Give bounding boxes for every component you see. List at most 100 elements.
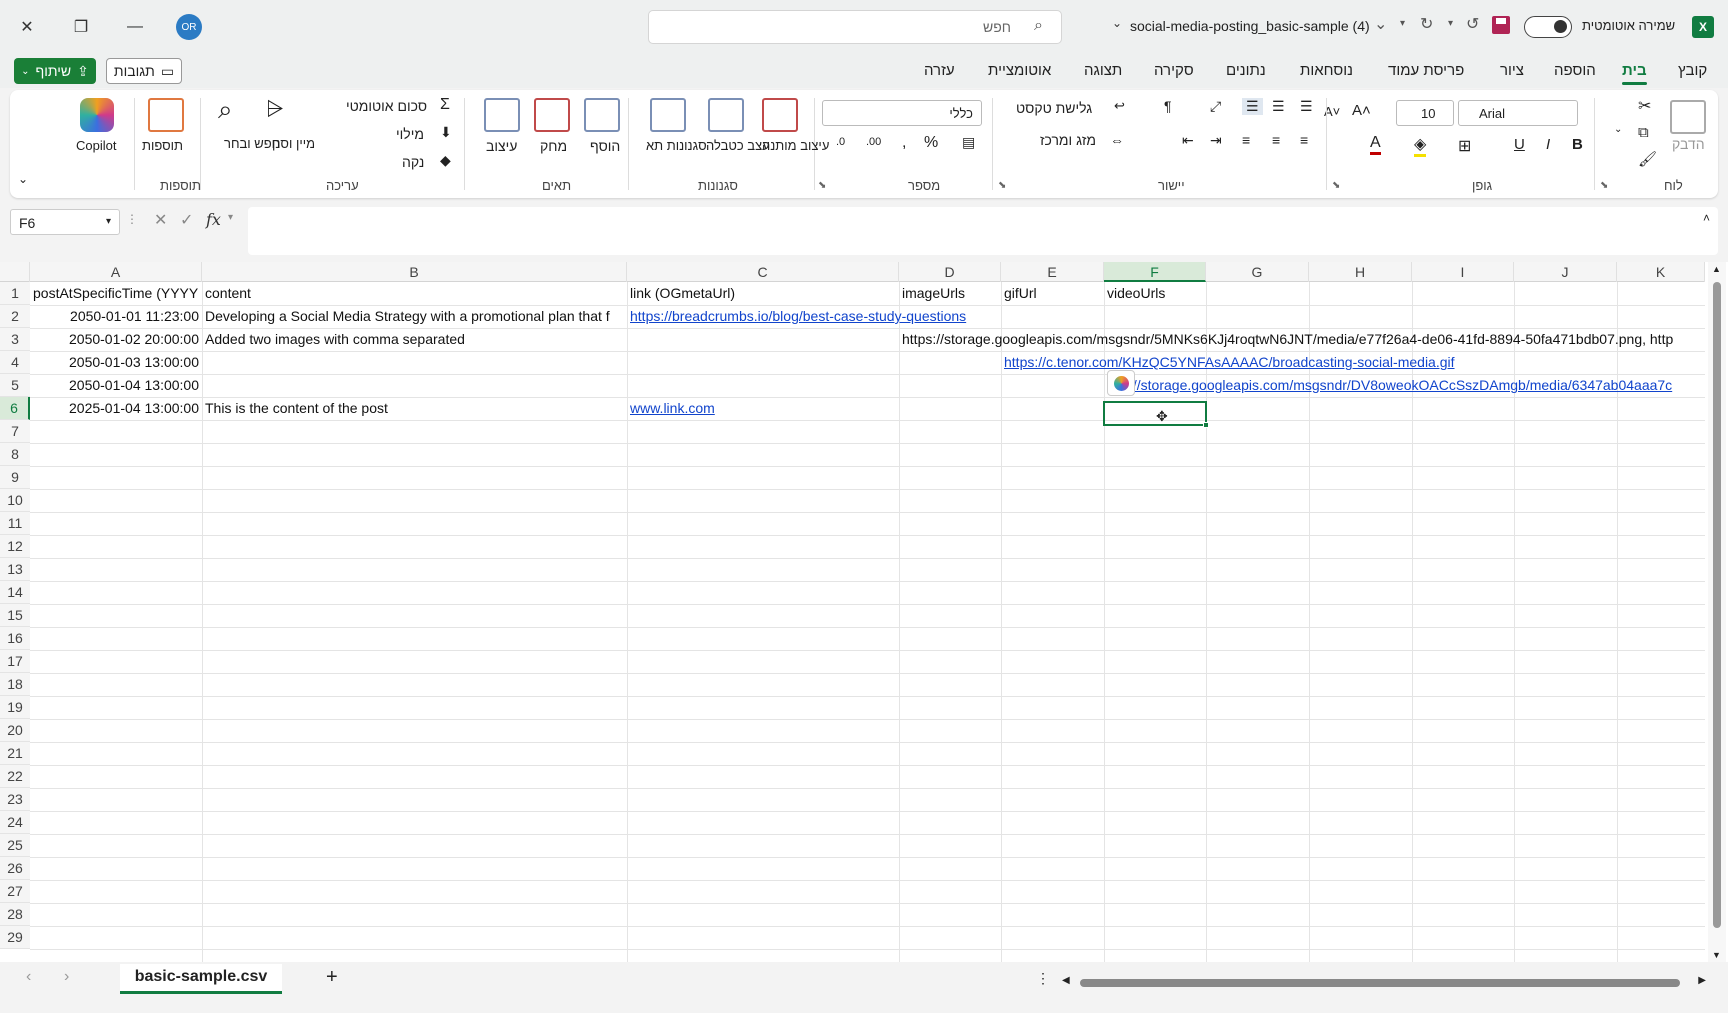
scroll-thumb[interactable] [1713, 282, 1721, 928]
row-header[interactable]: 24 [0, 811, 30, 834]
row-header[interactable]: 1 [0, 282, 30, 305]
column-header[interactable]: K [1617, 262, 1705, 282]
italic-button[interactable]: I [1546, 136, 1550, 153]
cell-e4[interactable]: https://c.tenor.com/KHzQC5YNFAsAAAAC/bro… [1001, 351, 1705, 374]
column-header[interactable]: H [1309, 262, 1412, 282]
merge-icon[interactable]: ⇔ [1110, 132, 1124, 148]
document-title[interactable]: social-media-posting_basic-sample (4) [1130, 18, 1370, 34]
font-size-select[interactable]: 10 [1396, 100, 1454, 126]
name-box[interactable]: F6 ▾ [10, 209, 120, 235]
align-middle-icon[interactable]: ☰ [1272, 98, 1285, 115]
tab-draw[interactable]: ציור [1500, 62, 1524, 79]
selected-cell-f6[interactable] [1103, 401, 1209, 428]
align-center-icon[interactable]: ≡ [1272, 132, 1280, 148]
column-header[interactable]: C [627, 262, 899, 282]
scroll-right-icon[interactable]: ▶ [1698, 975, 1706, 986]
row-header[interactable]: 15 [0, 604, 30, 627]
font-color-icon[interactable]: A [1370, 134, 1381, 155]
insert-cells-icon[interactable] [584, 98, 620, 132]
cell-a4[interactable]: 2050-01-03 13:00:00 [30, 351, 202, 374]
row-header[interactable]: 20 [0, 719, 30, 742]
scroll-left-icon[interactable]: ◀ [1062, 975, 1070, 986]
scroll-up-icon[interactable]: ▲ [1712, 264, 1721, 274]
tab-help[interactable]: עזרה [924, 62, 955, 79]
enter-icon[interactable]: ✓ [180, 210, 193, 230]
wrap-text-label[interactable]: גלישת טקסט [1016, 100, 1092, 116]
number-format-select[interactable]: כללי [822, 100, 982, 126]
cell-a3[interactable]: 2050-01-02 20:00:00 [30, 328, 202, 351]
conditional-formatting-icon[interactable] [762, 98, 798, 132]
scroll-down-icon[interactable]: ▼ [1712, 950, 1721, 960]
row-header[interactable]: 17 [0, 650, 30, 673]
tab-page-layout[interactable]: פריסת עמוד [1388, 62, 1464, 79]
row-header[interactable]: 26 [0, 857, 30, 880]
tab-file[interactable]: קובץ [1678, 62, 1707, 79]
row-header[interactable]: 11 [0, 512, 30, 535]
customize-toolbar-icon[interactable]: ⌄ [1374, 14, 1387, 34]
row-header[interactable]: 10 [0, 489, 30, 512]
delete-cells-icon[interactable] [534, 98, 570, 132]
vertical-scrollbar[interactable]: ▲ ▼ [1708, 262, 1726, 962]
redo-icon[interactable]: ↻ [1420, 14, 1433, 34]
autosum-label[interactable]: סכום אוטומטי [346, 98, 427, 114]
indent-icon[interactable]: ⇥ [1210, 132, 1222, 149]
row-header[interactable]: 14 [0, 581, 30, 604]
save-icon[interactable] [1492, 16, 1510, 34]
cell-b3[interactable]: Added two images with comma separated [202, 328, 627, 351]
undo-dropdown-icon[interactable]: ▾ [1448, 18, 1453, 29]
autosave-toggle[interactable] [1524, 16, 1572, 38]
sheet-tab[interactable]: basic-sample.csv [120, 964, 282, 994]
row-header[interactable]: 5 [0, 374, 30, 397]
cell-b1[interactable]: content [202, 282, 627, 305]
search-input[interactable]: חפש ⌕ [648, 10, 1062, 44]
cell-d1[interactable]: imageUrls [899, 282, 1001, 305]
cell-c2[interactable]: https://breadcrumbs.io/blog/best-case-st… [627, 305, 1047, 328]
fill-color-icon[interactable]: ◈ [1414, 134, 1427, 157]
cell-a5[interactable]: 2050-01-04 13:00:00 [30, 374, 202, 397]
fill-icon[interactable]: ⬇ [440, 124, 452, 141]
addins-label[interactable]: תוספות [142, 138, 183, 153]
restore-icon[interactable]: ❐ [64, 12, 98, 42]
font-name-select[interactable]: Arial [1458, 100, 1578, 126]
sort-filter-icon[interactable]: ⩥ [266, 96, 284, 122]
chevron-down-icon[interactable]: ▾ [228, 212, 233, 223]
comma-icon[interactable]: , [902, 134, 906, 152]
tab-home[interactable]: בית [1622, 62, 1647, 85]
avatar[interactable]: OR [176, 14, 202, 40]
copilot-badge[interactable] [1107, 370, 1135, 396]
find-icon[interactable]: ⌕ [218, 94, 233, 126]
more-icon[interactable]: ▾ [1400, 18, 1405, 29]
delete-cells-label[interactable]: מחק [540, 138, 567, 154]
prev-sheet-icon[interactable]: ‹ [26, 968, 31, 986]
tab-review[interactable]: סקירה [1154, 62, 1194, 79]
horizontal-scrollbar[interactable]: ◀ ▶ [1062, 975, 1706, 988]
minimize-icon[interactable]: — [118, 12, 152, 42]
addins-icon[interactable] [148, 98, 184, 132]
row-header[interactable]: 12 [0, 535, 30, 558]
column-header[interactable]: B [202, 262, 627, 282]
clipboard-launcher-icon[interactable]: ⬊ [1600, 180, 1608, 191]
row-header-selected[interactable]: 6 [0, 397, 30, 420]
clear-label[interactable]: נקה [402, 154, 424, 170]
row-header[interactable]: 8 [0, 443, 30, 466]
more-icon[interactable]: ⋮ [1036, 970, 1050, 987]
align-top-icon[interactable]: ☰ [1300, 98, 1313, 115]
collapse-formula-icon[interactable]: ˄ [1703, 211, 1710, 225]
insert-cells-label[interactable]: הוסף [590, 138, 620, 154]
format-as-table-label[interactable]: עצב כטבלה [706, 138, 770, 153]
cell-styles-label[interactable]: סגנונות תא [646, 138, 707, 153]
row-header[interactable]: 21 [0, 742, 30, 765]
row-header[interactable]: 23 [0, 788, 30, 811]
cell-c6[interactable]: www.link.com [627, 397, 899, 420]
row-header[interactable]: 25 [0, 834, 30, 857]
cut-icon[interactable]: ✂ [1638, 96, 1651, 116]
increase-font-icon[interactable]: A˄ [1352, 102, 1371, 119]
scroll-thumb[interactable] [1080, 979, 1680, 987]
row-header[interactable]: 9 [0, 466, 30, 489]
share-button[interactable]: ⌄ שיתוף ⇪ [14, 58, 96, 84]
row-header[interactable]: 29 [0, 926, 30, 949]
row-header[interactable]: 13 [0, 558, 30, 581]
comments-button[interactable]: תגובות ▭ [106, 58, 182, 84]
next-sheet-icon[interactable]: › [64, 968, 69, 986]
row-header[interactable]: 16 [0, 627, 30, 650]
